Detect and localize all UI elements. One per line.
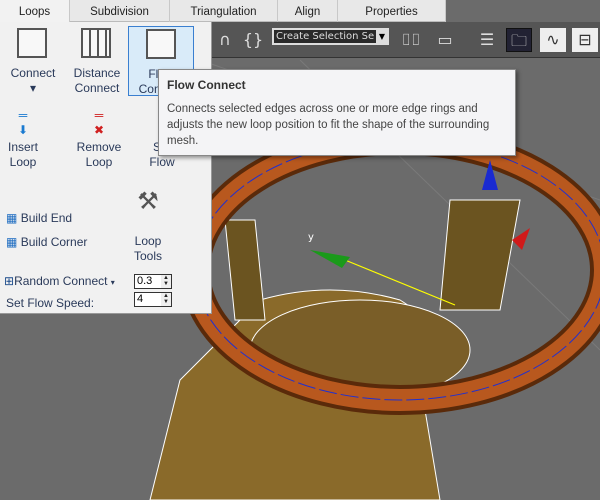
tab-loops[interactable]: Loops <box>0 0 70 22</box>
spinner-arrows[interactable]: ▲ ▼ <box>161 293 171 306</box>
axis-label-y: y <box>308 232 314 243</box>
tooltip: Flow Connect Connects selected edges acr… <box>158 69 516 156</box>
selection-set-dropdown[interactable]: Create Selection Se <box>272 28 389 45</box>
magnet-icon[interactable]: ∩ <box>212 28 238 52</box>
schematic-view-icon[interactable]: ⊟ <box>572 28 598 52</box>
scene-explorer-icon[interactable]: 🗀 <box>506 28 532 52</box>
remove-loop-icon: ═ ✖ <box>93 108 105 137</box>
build-corner-button[interactable]: ▦ Build Corner <box>6 235 87 249</box>
mirror-icon[interactable]: ⌷⌷ <box>398 28 424 52</box>
flow-connect-icon <box>146 29 176 59</box>
tooltip-title: Flow Connect <box>167 78 246 92</box>
chevron-down-icon[interactable]: ▼ <box>376 29 388 44</box>
main-toolbar: ∩ {} ⌷⌷ ▭ ☰ 🗀 ∿ ⊟ <box>210 22 600 58</box>
random-connect-spinner[interactable]: 0.3 ▲ ▼ <box>134 274 172 289</box>
loop-tools-icon: ⚒ <box>137 188 159 215</box>
tab-align[interactable]: Align <box>278 0 338 22</box>
tab-properties[interactable]: Properties <box>338 0 446 22</box>
build-end-button[interactable]: ▦ Build End <box>6 211 72 225</box>
insert-loop-icon: ═ ⬇ <box>17 108 29 137</box>
loop-tools-button[interactable]: Loop Tools <box>126 234 170 264</box>
set-flow-speed-spinner[interactable]: 4 ▲ ▼ <box>134 292 172 307</box>
remove-loop-button[interactable]: Remove Loop <box>72 140 126 170</box>
insert-loop-button[interactable]: Insert Loop <box>0 140 46 170</box>
set-flow-speed-label: Set Flow Speed: <box>6 296 95 310</box>
ribbon-tabs: Loops Subdivision Triangulation Align Pr… <box>0 0 446 22</box>
loops-panel: Connect▾ DistanceConnect FlowConnect ═⬇ … <box>0 22 212 314</box>
tab-triangulation[interactable]: Triangulation <box>170 0 278 22</box>
random-connect-button[interactable]: ⊞Random Connect ▾ <box>4 274 115 288</box>
selection-set-value: Create Selection Se <box>276 31 375 42</box>
layer-manager-icon[interactable]: ☰ <box>474 28 500 52</box>
build-corner-icon: ▦ <box>6 235 18 249</box>
tab-subdivision[interactable]: Subdivision <box>70 0 170 22</box>
random-connect-icon: ⊞ <box>4 274 15 288</box>
connect-button[interactable]: Connect ▾ <box>4 66 62 96</box>
curve-editor-icon[interactable]: ∿ <box>540 28 566 52</box>
build-end-icon: ▦ <box>6 211 18 225</box>
distance-connect-button[interactable]: Distance Connect <box>66 66 128 96</box>
align-icon[interactable]: ▭ <box>432 28 458 52</box>
distance-connect-icon <box>81 28 111 58</box>
spinner-arrows[interactable]: ▲ ▼ <box>161 275 171 288</box>
connect-icon <box>17 28 47 58</box>
tooltip-body: Connects selected edges across one or mo… <box>167 103 490 147</box>
edit-named-selection-icon[interactable]: {} <box>240 28 266 52</box>
